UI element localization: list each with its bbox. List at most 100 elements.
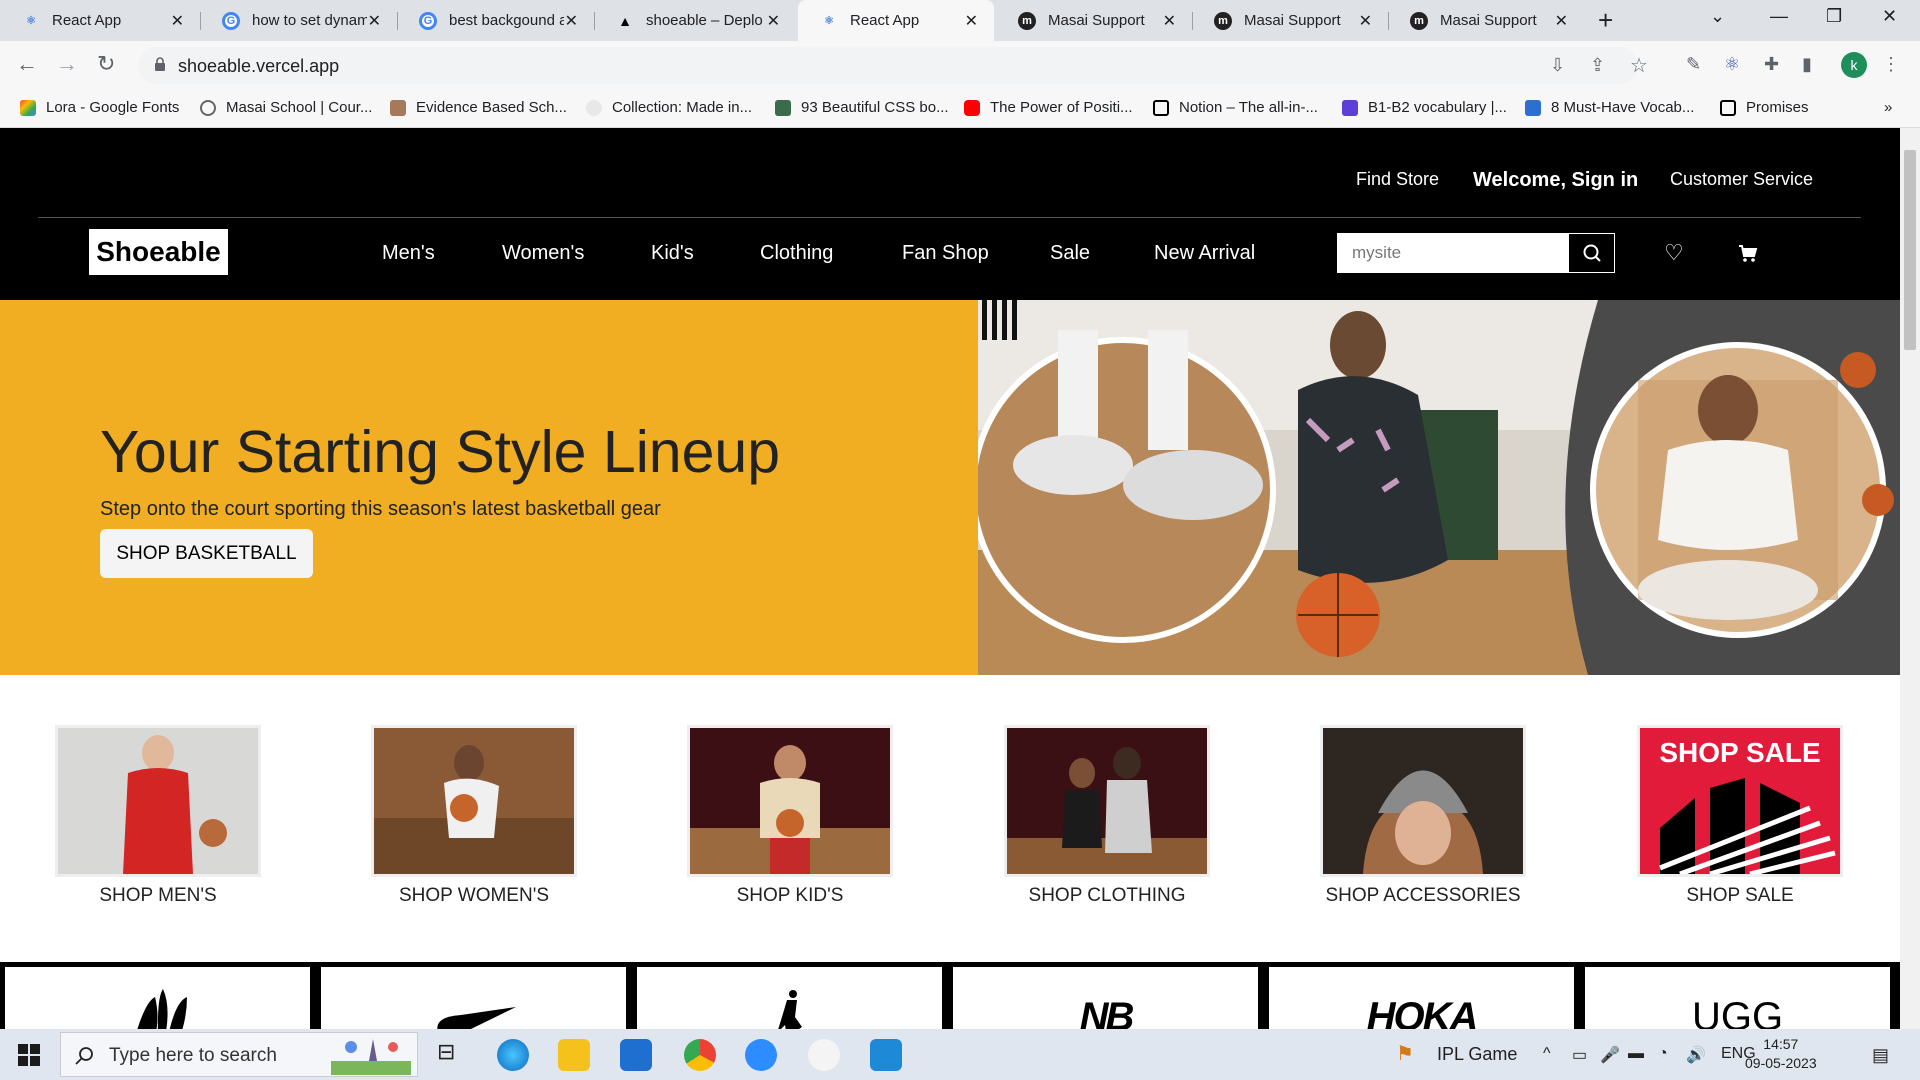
- back-icon[interactable]: ←: [16, 51, 38, 77]
- heart-icon[interactable]: ♡: [1664, 240, 1684, 266]
- file-explorer-icon[interactable]: [558, 1039, 590, 1071]
- bookmark-item[interactable]: The Power of Positi...: [964, 99, 1133, 116]
- bookmark-item[interactable]: Notion – The all-in-...: [1153, 99, 1318, 116]
- mongodb-compass-icon[interactable]: [808, 1039, 840, 1071]
- restore-icon[interactable]: ❐: [1826, 6, 1842, 27]
- customer-service-link[interactable]: Customer Service: [1670, 169, 1813, 190]
- side-panel-icon[interactable]: ▮: [1802, 54, 1812, 75]
- category-card[interactable]: SHOP KID'S: [687, 725, 893, 907]
- brand-card-nike[interactable]: [321, 967, 626, 1029]
- brand-card-adidas[interactable]: [5, 967, 310, 1029]
- category-card[interactable]: SHOP ACCESSORIES: [1320, 725, 1526, 907]
- bookmark-item[interactable]: Promises: [1720, 99, 1809, 116]
- profile-avatar[interactable]: k: [1841, 52, 1867, 78]
- page-scrollbar[interactable]: [1900, 128, 1920, 1029]
- extension-pen-icon[interactable]: ✎: [1686, 54, 1701, 75]
- site-favicon-icon: [586, 99, 602, 116]
- close-tab-icon[interactable]: ✕: [1555, 11, 1568, 31]
- shop-basketball-button[interactable]: SHOP BASKETBALL: [100, 529, 313, 578]
- browser-tab[interactable]: ▲ shoeable – Deplo ✕: [594, 0, 796, 41]
- install-icon[interactable]: ⇩: [1550, 55, 1565, 76]
- close-tab-icon[interactable]: ✕: [171, 11, 184, 31]
- show-hidden-icons-chevron-icon[interactable]: ^: [1543, 1045, 1551, 1063]
- bookmark-item[interactable]: Evidence Based Sch...: [390, 99, 567, 116]
- nav-mens[interactable]: Men's: [382, 242, 435, 265]
- bookmarks-overflow-icon[interactable]: »: [1884, 99, 1892, 116]
- minimize-icon[interactable]: —: [1770, 6, 1788, 27]
- forward-icon[interactable]: →: [56, 51, 78, 77]
- search-input[interactable]: [1337, 233, 1567, 273]
- category-card[interactable]: SHOP SALE SHOP SALE: [1637, 725, 1843, 907]
- brand-card-ugg[interactable]: UGG: [1585, 967, 1890, 1029]
- tab-search-chevron-icon[interactable]: ⌄: [1710, 6, 1725, 27]
- nav-sale[interactable]: Sale: [1050, 242, 1090, 265]
- weather-ipl-icon[interactable]: ⚑: [1396, 1041, 1414, 1066]
- bookmark-item[interactable]: 93 Beautiful CSS bo...: [775, 99, 949, 116]
- volume-icon[interactable]: 🔊: [1686, 1045, 1706, 1065]
- bookmark-label: Lora - Google Fonts: [46, 99, 180, 116]
- category-card[interactable]: SHOP MEN'S: [55, 725, 261, 907]
- search-button[interactable]: [1568, 233, 1615, 273]
- tab-strip: ⚛ React App ✕ G how to set dynam ✕ G bes…: [0, 0, 1920, 41]
- react-devtools-icon[interactable]: ⚛: [1724, 54, 1740, 75]
- browser-tab[interactable]: m Masai Support ✕: [1192, 0, 1388, 41]
- category-card[interactable]: SHOP CLOTHING: [1004, 725, 1210, 907]
- scrollbar-thumb[interactable]: [1904, 150, 1916, 350]
- cart-icon[interactable]: [1738, 244, 1758, 264]
- browser-tab[interactable]: G best backgound a ✕: [397, 0, 594, 41]
- nav-kids[interactable]: Kid's: [651, 242, 694, 265]
- nav-fan-shop[interactable]: Fan Shop: [902, 242, 989, 265]
- windows-start-icon[interactable]: [18, 1044, 40, 1066]
- zoom-icon[interactable]: [745, 1039, 777, 1071]
- mail-icon[interactable]: [620, 1039, 652, 1071]
- sign-in-link[interactable]: Welcome, Sign in: [1473, 169, 1638, 192]
- vscode-icon[interactable]: [870, 1039, 902, 1071]
- brand-card-jordan[interactable]: [637, 967, 942, 1029]
- close-tab-icon[interactable]: ✕: [1163, 11, 1176, 31]
- browser-tab[interactable]: ⚛ React App ✕: [0, 0, 200, 41]
- new-tab-icon[interactable]: +: [1598, 6, 1613, 34]
- notifications-icon[interactable]: ▤: [1872, 1045, 1889, 1066]
- meet-now-icon[interactable]: ▭: [1572, 1045, 1587, 1065]
- bookmark-item[interactable]: 8 Must-Have Vocab...: [1525, 99, 1694, 116]
- bookmark-item[interactable]: B1-B2 vocabulary |...: [1342, 99, 1507, 116]
- nav-new-arrival[interactable]: New Arrival: [1154, 242, 1255, 265]
- close-tab-icon[interactable]: ✕: [965, 11, 978, 31]
- header-divider: [38, 217, 1861, 218]
- browser-tab[interactable]: m Masai Support ✕: [996, 0, 1192, 41]
- site-favicon-icon: [390, 99, 406, 116]
- bookmark-item[interactable]: Masai School | Cour...: [200, 99, 372, 116]
- microphone-icon[interactable]: 🎤: [1600, 1045, 1620, 1065]
- close-window-icon[interactable]: ✕: [1882, 6, 1897, 27]
- menu-kebab-icon[interactable]: ⋮: [1882, 54, 1900, 75]
- system-clock[interactable]: 14:57 09-05-2023: [1745, 1035, 1817, 1073]
- address-bar[interactable]: shoeable.vercel.app ⇩ ⇪ ☆: [138, 47, 1648, 84]
- weather-text[interactable]: IPL Game: [1437, 1044, 1517, 1065]
- brand-card-hoka[interactable]: HOKA: [1269, 967, 1574, 1029]
- chrome-icon[interactable]: [684, 1039, 716, 1071]
- nav-clothing[interactable]: Clothing: [760, 242, 833, 265]
- nav-womens[interactable]: Women's: [502, 242, 584, 265]
- edge-icon[interactable]: [497, 1039, 529, 1071]
- bookmark-item[interactable]: Collection: Made in...: [586, 99, 752, 116]
- category-card[interactable]: SHOP WOMEN'S: [371, 725, 577, 907]
- reload-icon[interactable]: ↻: [97, 51, 115, 77]
- bookmark-star-icon[interactable]: ☆: [1630, 53, 1648, 78]
- site-logo[interactable]: Shoeable: [89, 229, 228, 275]
- close-tab-icon[interactable]: ✕: [1359, 11, 1372, 31]
- close-tab-icon[interactable]: ✕: [565, 11, 578, 31]
- task-view-icon[interactable]: ⊟: [437, 1039, 469, 1071]
- bookmark-item[interactable]: Lora - Google Fonts: [20, 99, 179, 116]
- close-tab-icon[interactable]: ✕: [368, 11, 381, 31]
- battery-icon[interactable]: ▬: [1628, 1045, 1644, 1063]
- wifi-icon[interactable]: ◔: [1658, 1045, 1668, 1063]
- taskbar-search[interactable]: Type here to search: [60, 1032, 418, 1077]
- share-icon[interactable]: ⇪: [1590, 55, 1605, 76]
- browser-tab[interactable]: m Masai Support ✕: [1388, 0, 1584, 41]
- find-store-link[interactable]: Find Store: [1356, 169, 1439, 190]
- browser-tab[interactable]: G how to set dynam ✕: [200, 0, 397, 41]
- close-tab-icon[interactable]: ✕: [767, 11, 780, 31]
- extensions-puzzle-icon[interactable]: ✚: [1764, 54, 1779, 75]
- browser-tab-active[interactable]: ⚛ React App ✕: [798, 0, 994, 41]
- brand-card-new-balance[interactable]: NB: [953, 967, 1258, 1029]
